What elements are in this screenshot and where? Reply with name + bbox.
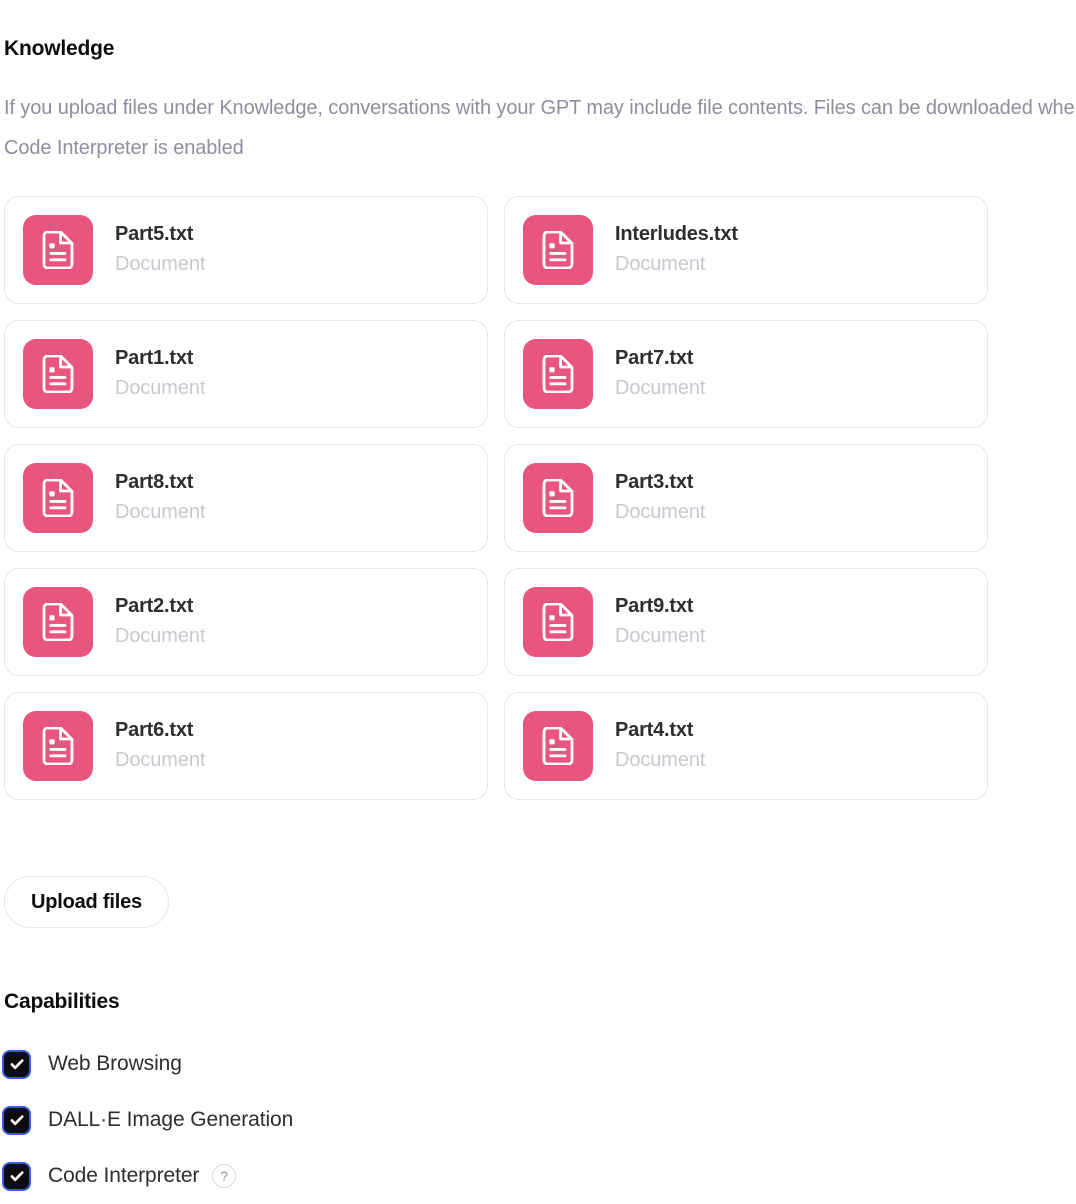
knowledge-file-type: Document bbox=[615, 377, 706, 399]
knowledge-file-name: Part5.txt bbox=[115, 223, 194, 245]
knowledge-file-name: Part7.txt bbox=[615, 347, 694, 369]
document-file-icon bbox=[523, 463, 593, 533]
knowledge-file-name: Part9.txt bbox=[615, 595, 694, 617]
knowledge-file-card[interactable]: Part4.txt Document bbox=[504, 692, 988, 800]
knowledge-file-name: Part2.txt bbox=[115, 595, 194, 617]
knowledge-file-type: Document bbox=[115, 749, 206, 771]
knowledge-file-meta: Part8.txt Document bbox=[115, 468, 205, 528]
knowledge-file-card[interactable]: Part7.txt Document bbox=[504, 320, 988, 428]
knowledge-file-meta: Part5.txt Document bbox=[115, 220, 205, 280]
knowledge-file-meta: Interludes.txt Document bbox=[615, 220, 738, 280]
capability-checkbox[interactable] bbox=[4, 1051, 29, 1077]
knowledge-file-meta: Part2.txt Document bbox=[115, 592, 205, 652]
knowledge-file-card[interactable]: Part6.txt Document bbox=[4, 692, 488, 800]
knowledge-file-type: Document bbox=[115, 625, 206, 647]
knowledge-file-card[interactable]: Part8.txt Document bbox=[4, 444, 488, 552]
knowledge-file-grid: Part5.txt Document Interludes.txt Document P… bbox=[4, 196, 994, 800]
knowledge-file-card[interactable]: Interludes.txt Document bbox=[504, 196, 988, 304]
knowledge-file-card[interactable]: Part9.txt Document bbox=[504, 568, 988, 676]
knowledge-file-name: Interludes.txt bbox=[615, 223, 738, 245]
knowledge-file-card[interactable]: Part5.txt Document bbox=[4, 196, 488, 304]
knowledge-file-type: Document bbox=[115, 501, 206, 523]
knowledge-file-type: Document bbox=[615, 625, 706, 647]
document-file-icon bbox=[23, 463, 93, 533]
capability-row[interactable]: Code Interpreter? bbox=[4, 1148, 604, 1204]
knowledge-file-type: Document bbox=[115, 253, 206, 275]
document-file-icon bbox=[23, 215, 93, 285]
help-icon[interactable]: ? bbox=[212, 1164, 237, 1188]
capability-label: Code Interpreter bbox=[48, 1164, 200, 1187]
capability-row[interactable]: DALL·E Image Generation bbox=[4, 1092, 604, 1148]
capability-row[interactable]: Web Browsing bbox=[4, 1036, 604, 1092]
capability-checkbox[interactable] bbox=[4, 1163, 29, 1189]
knowledge-file-type: Document bbox=[615, 253, 706, 275]
knowledge-file-meta: Part4.txt Document bbox=[615, 716, 705, 776]
gpt-builder-configure-panel: Knowledge If you upload files under Know… bbox=[0, 0, 1076, 1192]
knowledge-file-type: Document bbox=[115, 377, 206, 399]
document-file-icon bbox=[23, 711, 93, 781]
knowledge-section-title: Knowledge bbox=[4, 37, 115, 60]
document-file-icon bbox=[523, 587, 593, 657]
checkmark-icon bbox=[9, 1056, 25, 1072]
knowledge-file-card[interactable]: Part2.txt Document bbox=[4, 568, 488, 676]
document-file-icon bbox=[523, 215, 593, 285]
knowledge-file-meta: Part6.txt Document bbox=[115, 716, 205, 776]
knowledge-file-type: Document bbox=[615, 749, 706, 771]
knowledge-file-name: Part1.txt bbox=[115, 347, 194, 369]
capabilities-list: Web Browsing DALL·E Image Generation Code … bbox=[4, 1036, 604, 1204]
checkmark-icon bbox=[9, 1168, 25, 1184]
knowledge-file-meta: Part9.txt Document bbox=[615, 592, 705, 652]
capability-label: DALL·E Image Generation bbox=[48, 1108, 294, 1131]
knowledge-file-name: Part6.txt bbox=[115, 719, 194, 741]
knowledge-file-card[interactable]: Part1.txt Document bbox=[4, 320, 488, 428]
document-file-icon bbox=[523, 339, 593, 409]
document-file-icon bbox=[23, 587, 93, 657]
knowledge-section-description: If you upload files under Knowledge, con… bbox=[4, 97, 1076, 159]
document-file-icon bbox=[523, 711, 593, 781]
knowledge-file-name: Part3.txt bbox=[615, 471, 694, 493]
knowledge-file-meta: Part1.txt Document bbox=[115, 344, 205, 404]
knowledge-file-card[interactable]: Part3.txt Document bbox=[504, 444, 988, 552]
document-file-icon bbox=[23, 339, 93, 409]
knowledge-file-type: Document bbox=[615, 501, 706, 523]
upload-files-button[interactable]: Upload files bbox=[4, 876, 169, 928]
knowledge-file-name: Part4.txt bbox=[615, 719, 694, 741]
knowledge-file-name: Part8.txt bbox=[115, 471, 194, 493]
capability-label: Web Browsing bbox=[48, 1052, 182, 1075]
knowledge-file-meta: Part3.txt Document bbox=[615, 468, 705, 528]
checkmark-icon bbox=[9, 1112, 25, 1128]
capability-checkbox[interactable] bbox=[4, 1107, 29, 1133]
capabilities-section-title: Capabilities bbox=[4, 990, 120, 1013]
knowledge-file-meta: Part7.txt Document bbox=[615, 344, 705, 404]
